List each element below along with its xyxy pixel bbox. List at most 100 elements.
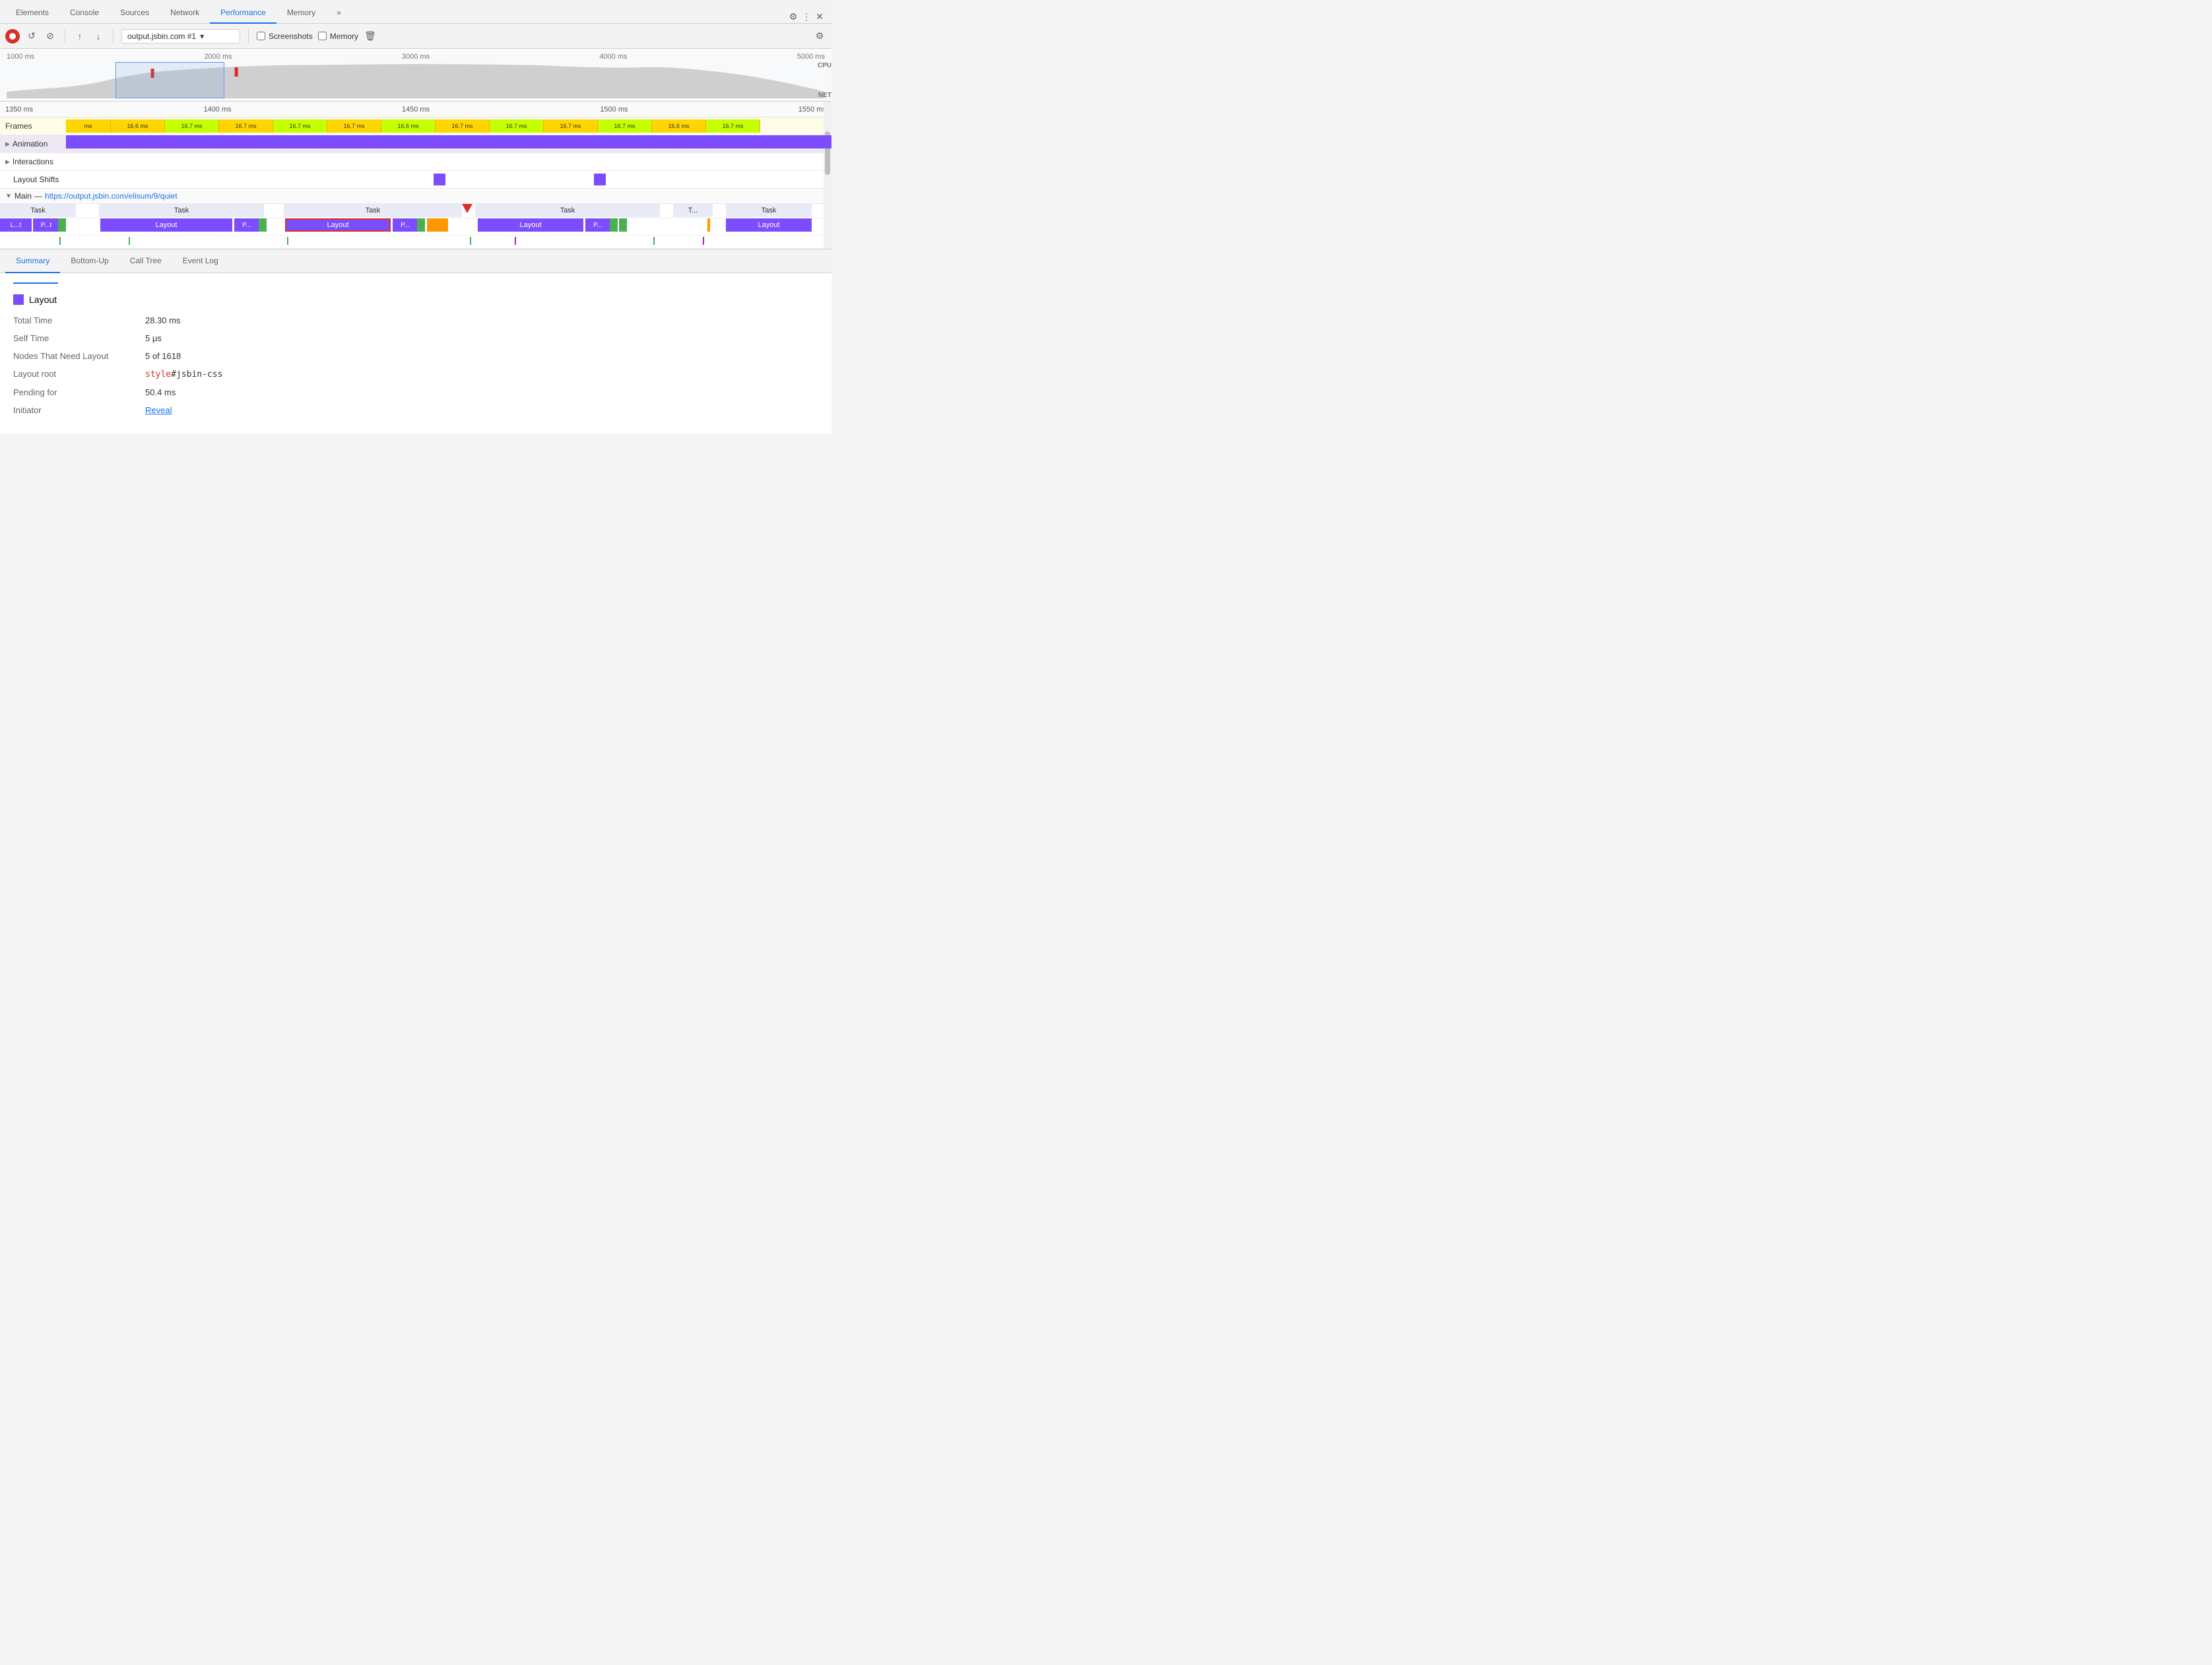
screenshots-checkbox-label[interactable]: Screenshots	[257, 32, 313, 41]
capture-settings-icon[interactable]: ⚙	[813, 30, 826, 43]
layout-shift-1[interactable]	[434, 174, 445, 185]
layout-shift-2[interactable]	[594, 174, 606, 185]
detail-time-1500: 1500 ms	[600, 106, 628, 114]
detail-time-1450: 1450 ms	[402, 106, 430, 114]
tab-console[interactable]: Console	[59, 3, 110, 24]
frame-5[interactable]: 16.7 ms	[327, 119, 381, 133]
tab-more[interactable]: »	[326, 3, 352, 24]
task-bar-3[interactable]: Task	[284, 204, 462, 217]
summary-panel: Layout Total Time 28.30 ms Self Time 5 μ…	[0, 273, 831, 434]
frames-row: Frames ms 16.6 ms 16.7 ms 16.7 ms 16.7 m…	[0, 117, 831, 135]
trash-icon[interactable]: 🗑	[364, 30, 377, 43]
frames-label[interactable]: Frames	[0, 121, 66, 131]
interactions-content	[66, 153, 831, 170]
main-expand-icon[interactable]: ▼	[5, 193, 12, 200]
chevron-icon: ▾	[200, 32, 204, 41]
download-icon[interactable]: ↓	[92, 30, 105, 43]
clear-icon[interactable]: ⊘	[44, 30, 57, 43]
time-ruler-detail: 1350 ms 1400 ms 1450 ms 1500 ms 1550 ms	[0, 102, 831, 117]
tab-memory[interactable]: Memory	[276, 3, 326, 24]
frame-6[interactable]: 16.6 ms	[381, 119, 436, 133]
memory-checkbox[interactable]	[318, 32, 327, 40]
reload-icon[interactable]: ↺	[25, 30, 38, 43]
summary-nodes: Nodes That Need Layout 5 of 1618	[13, 351, 818, 361]
task-bar-6[interactable]: Task	[726, 204, 812, 217]
frame-7[interactable]: 16.7 ms	[436, 119, 490, 133]
summary-self-time: Self Time 5 μs	[13, 333, 818, 343]
memory-checkbox-label[interactable]: Memory	[318, 32, 358, 41]
frame-1[interactable]: 16.6 ms	[111, 119, 165, 133]
initiator-reveal-link[interactable]: Reveal	[145, 405, 172, 415]
subtask-layout-selected[interactable]: Layout	[285, 218, 391, 232]
subtask-p3[interactable]: P...	[585, 218, 610, 232]
interactions-row: Interactions	[0, 153, 831, 171]
url-selector[interactable]: output.jsbin.com #1 ▾	[121, 29, 240, 44]
subtask-stripe[interactable]	[707, 218, 710, 232]
frame-4[interactable]: 16.7 ms	[273, 119, 327, 133]
tab-call-tree[interactable]: Call Tree	[119, 249, 172, 273]
subtask-g2[interactable]	[259, 218, 267, 232]
frame-10[interactable]: 16.7 ms	[598, 119, 652, 133]
divider-3	[248, 29, 249, 44]
task-bar-2[interactable]: Task	[99, 204, 264, 217]
main-label: Main	[15, 191, 32, 201]
subtask-orange[interactable]	[427, 218, 448, 232]
subtask-layout-2[interactable]: Layout	[478, 218, 583, 232]
tick-2	[129, 237, 130, 245]
frame-2[interactable]: 16.7 ms	[165, 119, 219, 133]
animation-bar[interactable]	[66, 135, 831, 148]
summary-title: Layout	[13, 294, 818, 305]
pending-label: Pending for	[13, 387, 145, 397]
task-bar-4[interactable]: Task	[475, 204, 660, 217]
summary-color-box	[13, 294, 24, 305]
layout-shifts-label: Layout Shifts	[0, 175, 66, 184]
summary-initiator: Initiator Reveal	[13, 405, 818, 415]
animation-label[interactable]: Animation	[0, 139, 66, 148]
tab-bottom-up[interactable]: Bottom-Up	[60, 249, 119, 273]
screenshots-checkbox[interactable]	[257, 32, 265, 40]
tick-4	[470, 237, 471, 245]
tab-summary[interactable]: Summary	[5, 249, 60, 273]
frame-8[interactable]: 16.7 ms	[490, 119, 544, 133]
task-bar-5[interactable]: T...	[673, 204, 713, 217]
subtask-g5[interactable]	[619, 218, 627, 232]
subtask-p2[interactable]: P...	[393, 218, 418, 232]
subtask-p1[interactable]: P...	[234, 218, 259, 232]
subtask-g3[interactable]	[417, 218, 425, 232]
more-options-icon[interactable]: ⋮	[800, 10, 813, 23]
subtask-g4[interactable]	[610, 218, 618, 232]
layout-shifts-content	[66, 171, 831, 188]
tab-event-log[interactable]: Event Log	[172, 249, 229, 273]
layout-root-selector: #jsbin-css	[171, 370, 222, 379]
subtask-layout-1[interactable]: Layout	[100, 218, 232, 232]
frame-0[interactable]: ms	[66, 119, 111, 133]
record-button[interactable]	[5, 29, 20, 44]
bottom-tabs: Summary Bottom-Up Call Tree Event Log	[0, 249, 831, 273]
tab-network[interactable]: Network	[160, 3, 210, 24]
frame-11[interactable]: 16.6 ms	[652, 119, 706, 133]
subtask-lt[interactable]: L...t	[0, 218, 32, 232]
time-label-4000: 4000 ms	[599, 53, 627, 61]
main-url: https://output.jsbin.com/elisum/9/quiet	[45, 191, 178, 201]
main-thread-header: ▼ Main — https://output.jsbin.com/elisum…	[0, 189, 831, 204]
subtask-pt[interactable]: P...t	[33, 218, 59, 232]
tab-elements[interactable]: Elements	[5, 3, 59, 24]
upload-icon[interactable]: ↑	[73, 30, 86, 43]
detail-time-1550: 1550 ms	[798, 106, 826, 114]
timeline-detail: 1350 ms 1400 ms 1450 ms 1500 ms 1550 ms …	[0, 102, 831, 249]
frame-9[interactable]: 16.7 ms	[544, 119, 598, 133]
frame-3[interactable]: 16.7 ms	[219, 119, 273, 133]
settings-icon[interactable]: ⚙	[787, 10, 800, 23]
tab-performance[interactable]: Performance	[210, 3, 276, 24]
memory-label: Memory	[330, 32, 358, 41]
tab-sources[interactable]: Sources	[110, 3, 160, 24]
summary-total-time: Total Time 28.30 ms	[13, 315, 818, 325]
interactions-label[interactable]: Interactions	[0, 157, 66, 166]
task-bar-1[interactable]: Task	[0, 204, 76, 217]
close-icon[interactable]: ✕	[813, 10, 826, 23]
subtask-layout-3[interactable]: Layout	[726, 218, 812, 232]
frame-12[interactable]: 16.7 ms	[706, 119, 760, 133]
self-time-label: Self Time	[13, 333, 145, 343]
tick-1	[59, 237, 61, 245]
subtask-g1[interactable]	[58, 218, 66, 232]
